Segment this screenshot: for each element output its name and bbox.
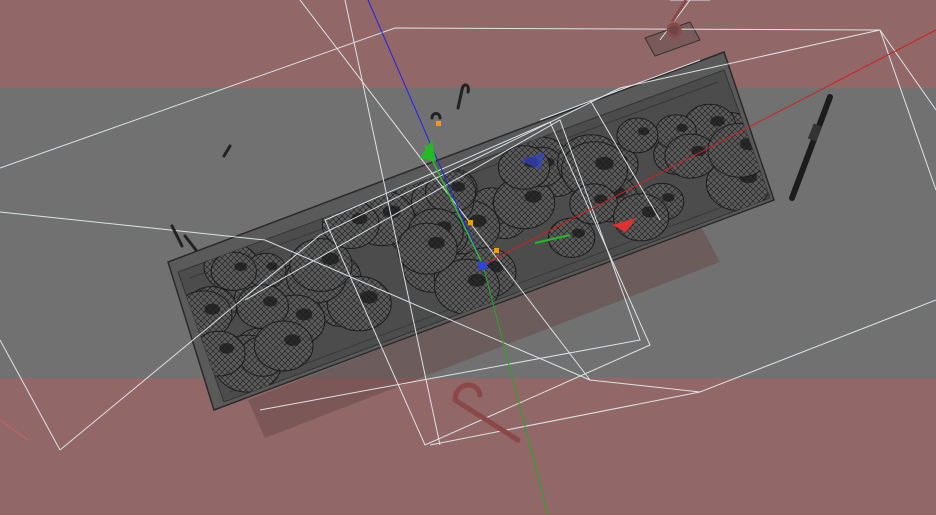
sphere-mesh bbox=[211, 252, 257, 291]
sphere-opening bbox=[572, 228, 585, 238]
sphere-mesh bbox=[397, 223, 458, 275]
sphere-opening bbox=[594, 194, 608, 204]
sphere-opening bbox=[595, 156, 614, 170]
gizmo-handle-2[interactable] bbox=[494, 248, 499, 253]
sphere-opening bbox=[295, 308, 313, 321]
sphere-opening bbox=[359, 290, 378, 304]
sphere-opening bbox=[524, 190, 542, 203]
sphere-opening bbox=[467, 273, 486, 287]
sphere-opening bbox=[219, 343, 235, 354]
sphere-opening bbox=[263, 296, 278, 307]
sphere-opening bbox=[234, 262, 247, 272]
sphere-mesh bbox=[613, 193, 669, 241]
sphere-opening bbox=[662, 193, 675, 202]
sphere-opening bbox=[637, 127, 650, 136]
sphere-opening bbox=[710, 116, 725, 127]
sphere-mesh bbox=[498, 145, 550, 190]
sphere-mesh bbox=[254, 321, 313, 371]
sphere-opening bbox=[676, 123, 688, 132]
scene-canvas[interactable] bbox=[0, 0, 936, 515]
safe-frame-top bbox=[0, 0, 936, 88]
safe-frame-bottom bbox=[0, 378, 936, 515]
sphere-opening bbox=[266, 262, 278, 271]
sphere-mesh bbox=[616, 117, 658, 153]
gizmo-handle-1[interactable] bbox=[468, 220, 473, 225]
gizmo-handle-3[interactable] bbox=[436, 121, 441, 126]
sphere-opening bbox=[284, 334, 301, 346]
gizmo-pivot[interactable] bbox=[478, 261, 487, 270]
sphere-opening bbox=[204, 303, 221, 315]
3d-viewport[interactable] bbox=[0, 0, 936, 515]
sphere-opening bbox=[427, 236, 445, 249]
sphere-opening bbox=[451, 181, 466, 192]
